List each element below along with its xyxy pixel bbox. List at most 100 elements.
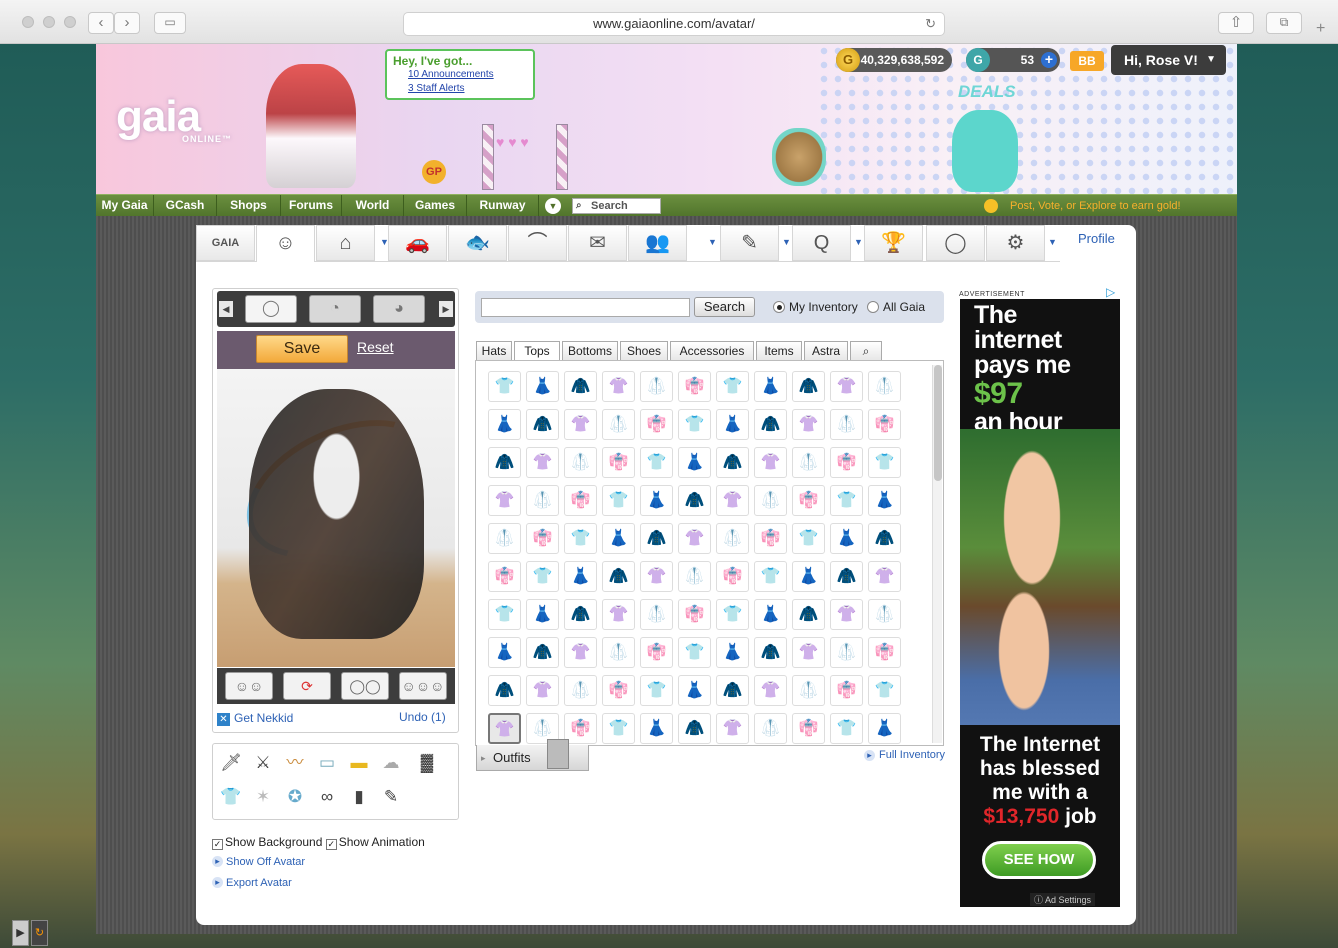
jacket-item-icon[interactable]: 👕	[217, 784, 245, 810]
glasses-item-icon[interactable]: ∞	[313, 784, 341, 810]
inventory-item[interactable]: 👕	[716, 371, 749, 402]
inventory-item[interactable]: 👘	[830, 447, 863, 478]
inventory-item[interactable]: 👘	[602, 447, 635, 478]
inventory-item[interactable]: 👗	[868, 485, 901, 516]
tab-mail[interactable]: ✉	[568, 225, 627, 261]
gaia-logo[interactable]: gaia ONLINE™	[116, 92, 231, 144]
ribbon-item-icon[interactable]: 〰	[281, 750, 309, 776]
bb-badge[interactable]: BB	[1070, 51, 1104, 71]
tab-items[interactable]: Items	[756, 341, 802, 361]
inventory-item[interactable]: 🥼	[792, 447, 825, 478]
inventory-item[interactable]: 👚	[792, 409, 825, 440]
inventory-item[interactable]: 🧥	[678, 485, 711, 516]
zoom-window-button[interactable]	[64, 16, 76, 28]
ad-settings-link[interactable]: ⓘ Ad Settings	[1030, 893, 1096, 906]
inventory-item[interactable]: 🥼	[640, 371, 673, 402]
inventory-search-input[interactable]	[481, 298, 690, 317]
inventory-item[interactable]: 👘	[716, 561, 749, 592]
boots-item-icon[interactable]: ▮	[345, 784, 373, 810]
group-button[interactable]: ☺☺☺	[399, 672, 447, 700]
inventory-item[interactable]: 👘	[868, 409, 901, 440]
nav-gcash[interactable]: GCash	[154, 195, 217, 217]
inventory-item[interactable]: 👗	[488, 409, 521, 440]
inventory-item[interactable]: 🧥	[792, 599, 825, 630]
inventory-item[interactable]: 👗	[754, 371, 787, 402]
gold-balance[interactable]: G 40,329,638,592	[836, 48, 952, 72]
inventory-item[interactable]: 👘	[488, 561, 521, 592]
scrollbar-thumb[interactable]	[934, 365, 942, 481]
inventory-item[interactable]: 🧥	[488, 447, 521, 478]
inventory-item[interactable]: 🧥	[716, 447, 749, 478]
inventory-item[interactable]: 🥼	[754, 485, 787, 516]
inventory-item[interactable]: 🧥	[564, 599, 597, 630]
tab-rings[interactable]: ◯	[926, 225, 985, 261]
inventory-item[interactable]: 👚	[640, 561, 673, 592]
inventory-item[interactable]: 👕	[602, 713, 635, 744]
inventory-item[interactable]: 👚	[716, 485, 749, 516]
nav-shops[interactable]: Shops	[217, 195, 281, 217]
nav-forums[interactable]: Forums	[281, 195, 342, 217]
inventory-item[interactable]: 🥼	[602, 409, 635, 440]
inventory-item[interactable]: 👕	[488, 599, 521, 630]
wings-item-icon[interactable]: ✶	[249, 784, 277, 810]
inventory-item[interactable]: 👚	[792, 637, 825, 668]
inventory-item[interactable]: 🥼	[602, 637, 635, 668]
inventory-item[interactable]: 👚	[754, 675, 787, 706]
inventory-item[interactable]: 👗	[488, 637, 521, 668]
inventory-item[interactable]: 🧥	[754, 637, 787, 668]
play-arrow-icon[interactable]: ▶	[12, 920, 29, 946]
inventory-item[interactable]: 👗	[526, 599, 559, 630]
inventory-item[interactable]: 🥼	[754, 713, 787, 744]
share-icon[interactable]: ⇧	[1218, 12, 1254, 34]
inventory-item[interactable]: 👚	[488, 713, 521, 744]
inventory-item[interactable]: 👗	[868, 713, 901, 744]
tree-creature-icon[interactable]	[772, 128, 826, 186]
outfits-tab[interactable]: Outfits	[476, 739, 589, 771]
inventory-item[interactable]: 👘	[602, 675, 635, 706]
tab-avatar[interactable]: ☺	[256, 225, 315, 262]
hair-item-icon[interactable]: ☁	[377, 750, 405, 776]
get-nekkid-link[interactable]: ✕ Get Nekkid	[217, 711, 293, 726]
deals-label[interactable]: DEALS	[958, 82, 1016, 102]
deals-bear-icon[interactable]	[952, 110, 1018, 192]
inventory-item[interactable]: 🥼	[640, 599, 673, 630]
refresh-icon[interactable]: ↻	[31, 920, 48, 946]
tab-hats[interactable]: Hats	[476, 341, 512, 361]
inventory-item[interactable]: 👘	[792, 485, 825, 516]
inventory-item[interactable]: 👚	[678, 523, 711, 554]
inventory-item[interactable]: 🧥	[526, 637, 559, 668]
avatar-character[interactable]	[249, 389, 424, 639]
nav-games[interactable]: Games	[404, 195, 467, 217]
inventory-item[interactable]: 🥼	[868, 599, 901, 630]
inventory-item[interactable]: 👚	[602, 371, 635, 402]
inventory-item[interactable]: 👗	[640, 713, 673, 744]
inventory-item[interactable]: 👘	[640, 637, 673, 668]
base-option-2[interactable]: ◔	[309, 295, 361, 323]
inventory-item[interactable]: 👚	[526, 447, 559, 478]
sword-item-icon[interactable]: ⚔	[249, 750, 277, 776]
all-gaia-radio[interactable]: All Gaia	[867, 300, 925, 314]
inventory-item[interactable]: 🥼	[830, 637, 863, 668]
gp-badge-icon[interactable]: GP	[422, 160, 446, 184]
show-animation-checkbox[interactable]: ✓	[325, 839, 337, 850]
inventory-item[interactable]: 👘	[868, 637, 901, 668]
back-button[interactable]: ‹	[88, 12, 114, 34]
full-inventory-link[interactable]: Full Inventory	[864, 749, 945, 761]
base-option-1[interactable]: ◯	[245, 295, 297, 323]
tab-quests[interactable]: Q	[792, 225, 851, 261]
quests-dropdown-icon[interactable]: ▼	[854, 237, 863, 247]
inventory-item[interactable]: 👘	[754, 523, 787, 554]
inventory-item[interactable]: 👚	[564, 409, 597, 440]
inventory-item[interactable]: 👕	[830, 485, 863, 516]
inventory-item[interactable]: 🧥	[830, 561, 863, 592]
tab-friends[interactable]: 👥	[628, 225, 687, 261]
reload-icon[interactable]: ↻	[925, 13, 936, 35]
inventory-item[interactable]: 🧥	[526, 409, 559, 440]
tab-house[interactable]: ⌂	[316, 225, 375, 261]
tab-bottoms[interactable]: Bottoms	[562, 341, 618, 361]
inventory-item[interactable]: 👘	[640, 409, 673, 440]
see-how-button[interactable]: SEE HOW	[982, 841, 1096, 879]
face-button[interactable]: ◯◯	[341, 672, 389, 700]
export-avatar-link[interactable]: Export Avatar	[212, 877, 425, 889]
inventory-item[interactable]: 👗	[640, 485, 673, 516]
